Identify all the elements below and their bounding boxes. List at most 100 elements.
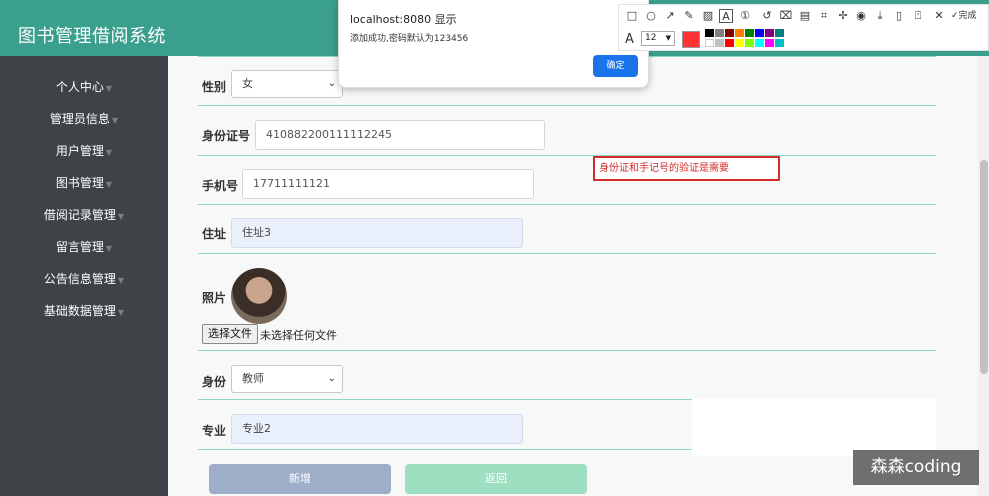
photo-label: 照片 xyxy=(202,291,227,305)
phone-icon[interactable]: ▯ xyxy=(892,9,906,23)
address-input[interactable]: 住址3 xyxy=(231,218,523,248)
chevron-down-icon: ⌄ xyxy=(327,373,336,384)
color-swatch[interactable] xyxy=(765,39,774,47)
font-size-icon: A xyxy=(625,32,634,47)
sidebar-item-label: 留言管理 xyxy=(55,240,104,254)
chevron-down-icon: ⌄ xyxy=(327,78,336,89)
sidebar-item-label: 借阅记录管理 xyxy=(43,208,116,222)
app-title: 图书管理借阅系统 xyxy=(18,26,166,47)
dialog-ok-button[interactable]: 确定 xyxy=(593,55,638,77)
phone-label: 手机号 xyxy=(202,179,239,193)
font-size-select[interactable]: 12 ▼ xyxy=(641,31,675,46)
annotation-textbox[interactable]: 身份证和手记号的验证是需要 xyxy=(593,156,780,181)
chevron-down-icon: ▼ xyxy=(105,84,113,93)
color-swatch[interactable] xyxy=(705,39,714,47)
number-icon[interactable]: ① xyxy=(738,9,752,23)
watermark: 森森coding xyxy=(853,450,979,485)
dialog-title: localhost:8080 显示 xyxy=(350,13,457,26)
color-swatch[interactable] xyxy=(735,29,744,37)
gender-label: 性别 xyxy=(202,80,227,94)
sidebar-item-personal-center[interactable]: 个人中心 ▼ xyxy=(0,71,168,103)
color-swatch[interactable] xyxy=(715,29,724,37)
sidebar-item-label: 管理员信息 xyxy=(49,112,110,126)
divider xyxy=(198,253,936,254)
color-swatch[interactable] xyxy=(715,39,724,47)
divider xyxy=(198,350,936,351)
done-label: 完成 xyxy=(958,11,977,21)
chevron-down-icon: ▼ xyxy=(117,308,125,317)
avatar xyxy=(231,268,287,324)
address-label: 住址 xyxy=(202,227,227,241)
sidebar-item-label: 基础数据管理 xyxy=(43,304,116,318)
gender-select[interactable]: 女 ⌄ xyxy=(231,70,343,98)
sidebar-item-messages[interactable]: 留言管理 ▼ xyxy=(0,231,168,263)
divider xyxy=(198,204,936,205)
sidebar-item-label: 用户管理 xyxy=(55,144,104,158)
id-card-label: 身份证号 xyxy=(202,129,251,143)
done-button[interactable]: ✓完成 xyxy=(951,9,977,23)
major-input[interactable]: 专业2 xyxy=(231,414,523,444)
color-swatch[interactable] xyxy=(775,29,784,37)
arrow-icon[interactable]: ↗ xyxy=(663,9,677,23)
color-swatch[interactable] xyxy=(745,29,754,37)
check-icon: ✓ xyxy=(951,11,959,21)
back-button[interactable]: 返回 xyxy=(405,464,587,494)
phone-input[interactable]: 17711111121 xyxy=(242,169,534,199)
sidebar-item-basic-data[interactable]: 基础数据管理 ▼ xyxy=(0,295,168,327)
major-label: 专业 xyxy=(202,424,227,438)
mosaic-icon[interactable]: ▨ xyxy=(701,9,715,23)
scan-icon[interactable]: ⌗ xyxy=(817,9,831,23)
sidebar-item-books[interactable]: 图书管理 ▼ xyxy=(0,167,168,199)
color-swatch[interactable] xyxy=(755,39,764,47)
sidebar-item-users[interactable]: 用户管理 ▼ xyxy=(0,135,168,167)
close-icon[interactable]: ✕ xyxy=(932,9,946,23)
screenshot-toolbar: □ ○ ↗ ✎ ▨ A ① ↺ ⌧ ▤ ⌗ ✢ ◉ ⤓ ▯ ⍞ ✕ ✓完成 A … xyxy=(618,4,989,51)
sidebar-item-label: 个人中心 xyxy=(55,80,104,94)
chevron-down-icon: ▼ xyxy=(105,180,113,189)
sidebar: 个人中心 ▼ 管理员信息 ▼ 用户管理 ▼ 图书管理 ▼ 借阅记录管理 ▼ 留言管理 ▼ 公… xyxy=(0,56,168,496)
rectangle-icon[interactable]: □ xyxy=(625,9,639,23)
sidebar-item-label: 公告信息管理 xyxy=(43,272,116,286)
add-button[interactable]: 新增 xyxy=(209,464,391,494)
download-icon[interactable]: ⤓ xyxy=(873,9,887,23)
font-size-value: 12 xyxy=(645,33,657,43)
color-swatch[interactable] xyxy=(755,29,764,37)
no-file-text: 未选择任何文件 xyxy=(260,329,337,342)
sidebar-item-borrow-records[interactable]: 借阅记录管理 ▼ xyxy=(0,199,168,231)
pin-icon[interactable]: ✢ xyxy=(836,9,850,23)
caret-down-icon: ▼ xyxy=(665,34,671,42)
bookmark-icon[interactable]: ⍞ xyxy=(911,9,925,23)
color-swatch[interactable] xyxy=(745,39,754,47)
sidebar-item-announcements[interactable]: 公告信息管理 ▼ xyxy=(0,263,168,295)
chevron-down-icon: ▼ xyxy=(117,212,125,221)
circle-icon[interactable]: ○ xyxy=(644,9,658,23)
blank-overlay xyxy=(692,398,936,456)
color-swatch[interactable] xyxy=(725,39,734,47)
identity-value: 教师 xyxy=(242,372,264,385)
sidebar-item-label: 图书管理 xyxy=(55,176,104,190)
current-color-swatch[interactable] xyxy=(682,31,700,48)
undo-icon[interactable]: ↺ xyxy=(760,9,774,23)
color-swatch[interactable] xyxy=(765,29,774,37)
alert-dialog: localhost:8080 显示 添加成功,密码默认为123456 确定 xyxy=(338,0,649,88)
chevron-down-icon: ▼ xyxy=(105,148,113,157)
color-swatch[interactable] xyxy=(735,39,744,47)
color-swatch[interactable] xyxy=(775,39,784,47)
dialog-message: 添加成功,密码默认为123456 xyxy=(350,34,469,44)
chevron-down-icon: ▼ xyxy=(111,116,119,125)
eraser-icon[interactable]: ⌧ xyxy=(779,9,793,23)
chevron-down-icon: ▼ xyxy=(117,276,125,285)
color-swatch[interactable] xyxy=(725,29,734,37)
choose-file-button[interactable]: 选择文件 xyxy=(202,324,258,344)
record-icon[interactable]: ◉ xyxy=(854,9,868,23)
ocr-icon[interactable]: ▤ xyxy=(798,9,812,23)
text-icon[interactable]: A xyxy=(719,9,733,23)
id-card-input[interactable]: 410882200111112245 xyxy=(255,120,545,150)
color-swatch[interactable] xyxy=(705,29,714,37)
identity-select[interactable]: 教师 ⌄ xyxy=(231,365,343,393)
pencil-icon[interactable]: ✎ xyxy=(682,9,696,23)
divider xyxy=(198,155,936,156)
scrollbar-thumb[interactable] xyxy=(980,160,988,374)
sidebar-item-admin-info[interactable]: 管理员信息 ▼ xyxy=(0,103,168,135)
divider xyxy=(198,105,936,106)
